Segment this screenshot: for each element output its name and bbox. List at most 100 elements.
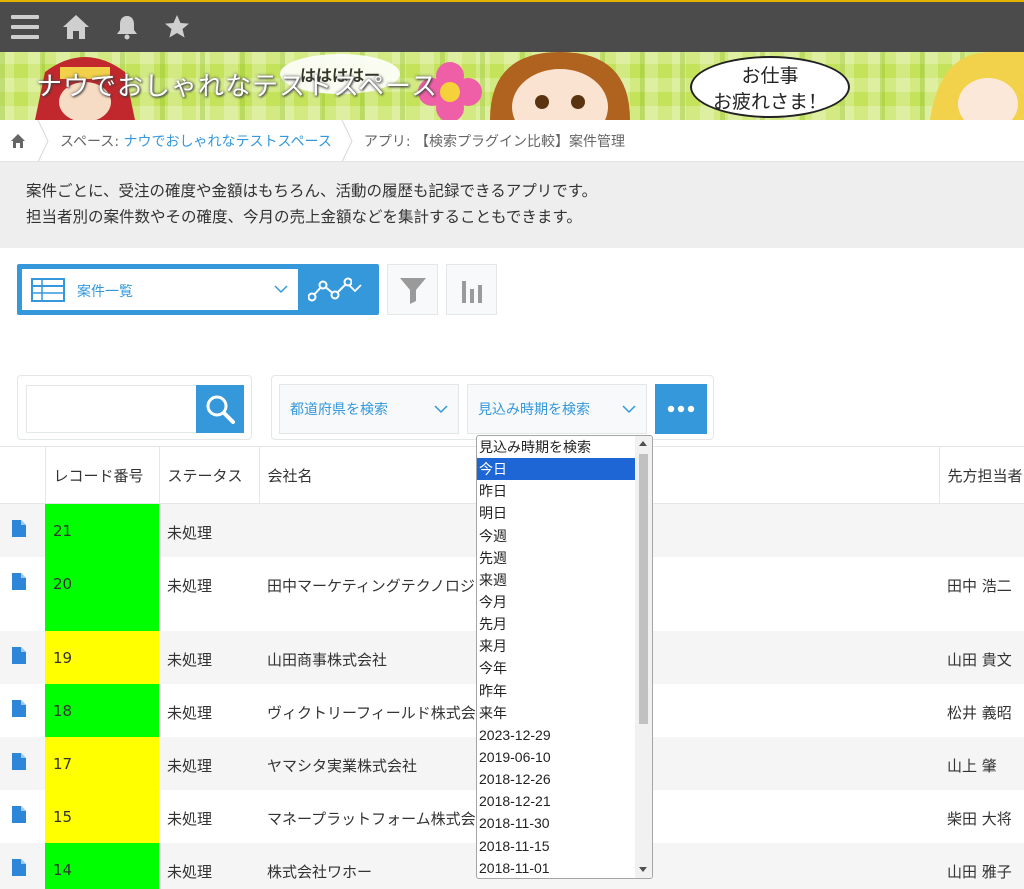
header-contact[interactable]: 先方担当者 [938, 446, 1024, 504]
dropdown-option[interactable]: 先月 [477, 613, 652, 635]
dropdown-scrollbar[interactable] [635, 436, 652, 878]
dropdown-option[interactable]: 2018-12-21 [477, 790, 652, 812]
bell-icon[interactable] [112, 12, 142, 42]
dropdown-option[interactable]: 来月 [477, 635, 652, 657]
scroll-thumb[interactable] [639, 454, 648, 724]
record-number-cell: 17 [45, 736, 159, 790]
breadcrumb-app: アプリ: 【検索プラグイン比較】案件管理 [363, 133, 625, 150]
dropdown-option[interactable]: 今年 [477, 657, 652, 679]
filter-button[interactable] [387, 264, 438, 315]
chevron-down-icon [274, 285, 288, 294]
record-detail-icon[interactable] [0, 736, 45, 790]
graph-chevron-down-icon[interactable] [348, 281, 362, 295]
description-line-2: 担当者別の案件数やその確度、今月の売上金額などを集計することもできます。 [26, 208, 582, 226]
record-number-cell: 15 [45, 789, 159, 843]
dropdown-option[interactable]: 昨日 [477, 480, 652, 502]
breadcrumb-space: スペース: ナウでおしゃれなテストスペース [50, 131, 340, 151]
app-description: 案件ごとに、受注の確度や金額はもちろん、活動の履歴も記録できるアプリです。 担当… [0, 162, 1024, 248]
breadcrumb-separator [36, 119, 50, 162]
dropdown-option[interactable]: 2019-06-10 [477, 746, 652, 768]
bubble-line-1: お仕事 [741, 65, 799, 87]
dropdown-option[interactable]: 昨年 [477, 680, 652, 702]
bubble-line-2: お疲れさま！ [712, 91, 827, 113]
chart-button[interactable] [446, 264, 497, 315]
status-cell: 未処理 [159, 842, 259, 889]
record-number-cell: 21 [45, 503, 159, 557]
dropdown-option[interactable]: 今週 [477, 525, 652, 547]
breadcrumb: スペース: ナウでおしゃれなテストスペース アプリ: 【検索プラグイン比較】案件… [0, 119, 1024, 162]
breadcrumb-home-icon[interactable] [0, 133, 36, 149]
status-cell: 未処理 [159, 630, 259, 684]
dropdown-option[interactable]: 2018-11-01 [477, 857, 652, 878]
filter-icon [399, 277, 426, 304]
period-select-label: 見込み時期を検索 [478, 402, 590, 418]
view-dropdown[interactable]: 案件一覧 [22, 269, 298, 310]
dropdown-option[interactable]: 今月 [477, 591, 652, 613]
view-selector: 案件一覧 [17, 264, 379, 315]
breadcrumb-space-prefix: スペース: [60, 133, 124, 150]
space-title: ナウでおしゃれなテストスペース [36, 72, 438, 102]
record-detail-icon[interactable] [0, 842, 45, 889]
contact-cell [939, 503, 1024, 557]
contact-cell: 山田 雅子 [939, 842, 1024, 889]
status-cell: 未処理 [167, 576, 213, 595]
contact-cell: 松井 義昭 [947, 703, 1012, 722]
dropdown-option[interactable]: 先週 [477, 547, 652, 569]
description-line-1: 案件ごとに、受注の確度や金額はもちろん、活動の履歴も記録できるアプリです。 [26, 182, 598, 200]
record-detail-icon[interactable] [0, 630, 45, 684]
status-cell: 未処理 [167, 809, 213, 828]
girl2-illustration-icon [930, 52, 1024, 120]
graph-icon[interactable] [308, 277, 352, 303]
more-icon [667, 405, 695, 413]
star-icon[interactable] [162, 12, 192, 42]
chart-icon [461, 280, 482, 303]
record-detail-icon[interactable] [0, 684, 45, 737]
dropdown-option[interactable]: 2023-12-29 [477, 724, 652, 746]
period-search-select[interactable]: 見込み時期を検索 [467, 384, 647, 434]
search-button[interactable] [196, 385, 244, 433]
dropdown-option[interactable]: 来週 [477, 569, 652, 591]
breadcrumb-space-link[interactable]: ナウでおしゃれなテストスペース [124, 134, 332, 150]
dropdown-option-placeholder[interactable]: 見込み時期を検索 [477, 436, 652, 458]
record-detail-icon[interactable] [0, 503, 45, 557]
record-number-cell: 14 [45, 842, 159, 889]
menu-icon[interactable] [10, 12, 40, 42]
record-number-cell: 18 [45, 683, 159, 737]
contact-cell: 田中 浩二 [947, 576, 1012, 595]
banner-speech-bubble: お仕事 お疲れさま！ [690, 56, 850, 118]
view-label: 案件一覧 [77, 284, 133, 300]
record-detail-icon[interactable] [0, 557, 45, 631]
status-cell: 未処理 [167, 703, 213, 722]
breadcrumb-separator [340, 119, 354, 162]
space-banner: ははははー ナウでおしゃれなテストスペース お仕事 お疲れさま！ [0, 52, 1024, 120]
dropdown-option[interactable]: 2018-12-26 [477, 768, 652, 790]
record-detail-icon[interactable] [0, 790, 45, 843]
dropdown-option[interactable]: 明日 [477, 502, 652, 524]
dropdown-option[interactable]: 2018-11-30 [477, 812, 652, 834]
scroll-up-icon[interactable] [639, 441, 647, 446]
dropdown-option[interactable]: 2018-11-15 [477, 835, 652, 857]
scroll-down-icon[interactable] [639, 867, 647, 872]
top-bar [0, 0, 1024, 52]
dropdown-option[interactable]: 来年 [477, 702, 652, 724]
period-dropdown-list[interactable]: 見込み時期を検索 今日 昨日 明日 今週 先週 来週 今月 先月 来月 今年 昨年 来年 2023-12-… [476, 435, 653, 879]
home-icon[interactable] [61, 12, 91, 42]
status-cell: 未処理 [159, 736, 259, 790]
dropdown-option[interactable]: 今日 [477, 458, 652, 481]
contact-cell: 山上 肇 [939, 736, 1024, 790]
prefecture-search-select[interactable]: 都道府県を検索 [279, 384, 459, 434]
header-icon-col [0, 446, 45, 504]
status-cell: 未処理 [159, 503, 259, 557]
header-record-number[interactable]: レコード番号 [44, 446, 159, 504]
chevron-down-icon [434, 405, 448, 414]
girl-illustration-icon [490, 52, 630, 120]
more-button[interactable] [655, 384, 707, 434]
chevron-down-icon [622, 405, 636, 414]
contact-cell: 山田 貴文 [939, 630, 1024, 684]
header-status[interactable]: ステータス [158, 446, 259, 504]
search-icon [206, 395, 235, 424]
contact-cell: 柴田 大将 [947, 809, 1012, 828]
record-number-cell: 19 [45, 630, 159, 684]
keyword-search [17, 375, 252, 440]
search-input[interactable] [26, 385, 198, 433]
